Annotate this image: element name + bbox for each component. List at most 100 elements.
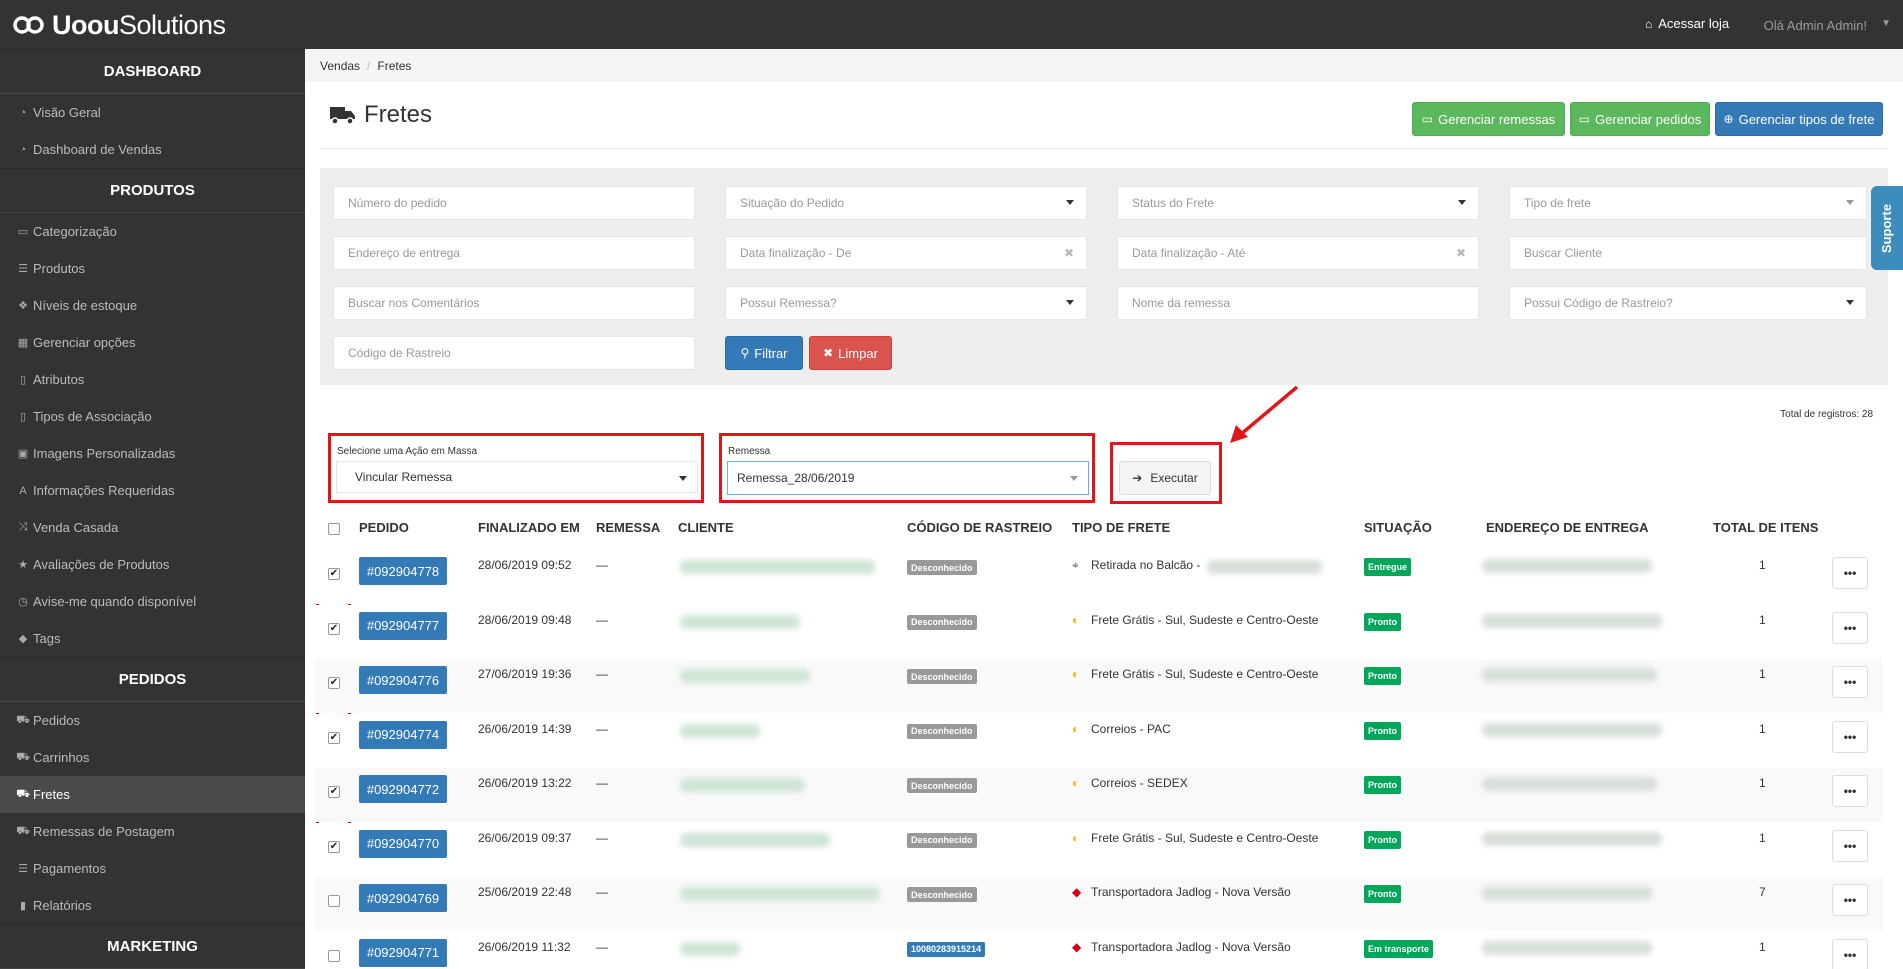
- col-header-tracking[interactable]: CÓDIGO DE RASTREIO: [907, 520, 1052, 535]
- sidebar-item-tags[interactable]: ◆ Tags: [0, 620, 305, 657]
- row-actions-button[interactable]: •••: [1832, 884, 1868, 916]
- row-checkbox[interactable]: ✔: [328, 840, 340, 853]
- brand-logo[interactable]: Uoou Solutions: [12, 10, 226, 40]
- row-actions-button[interactable]: •••: [1832, 720, 1868, 753]
- file-icon: ▯: [19, 374, 27, 386]
- delivery-address-input[interactable]: Endereço de entrega: [333, 236, 695, 270]
- order-link-button[interactable]: #092904770: [359, 829, 447, 858]
- clear-icon[interactable]: ✖: [1456, 246, 1466, 260]
- sidebar-item-venda-casada[interactable]: ⤨ Venda Casada: [0, 509, 305, 546]
- manage-shipments-button[interactable]: ▭ Gerenciar remessas: [1412, 102, 1565, 136]
- order-link-button[interactable]: #092904777: [359, 611, 447, 640]
- search-client-input[interactable]: Buscar Cliente: [1509, 236, 1867, 270]
- sidebar-item-pedidos[interactable]: ⛟ Pedidos: [0, 702, 305, 739]
- col-header-order[interactable]: PEDIDO: [359, 520, 409, 535]
- row-actions-button[interactable]: •••: [1832, 775, 1868, 807]
- sidebar-item-avalia-es-de-produtos[interactable]: ★ Avaliações de Produtos: [0, 546, 305, 583]
- sidebar-item-label: Visão Geral: [33, 105, 101, 120]
- clear-button[interactable]: ✖ Limpar: [809, 336, 892, 370]
- order-link-button[interactable]: #092904769: [359, 884, 447, 912]
- sidebar-item-relat-rios[interactable]: ▮ Relatórios: [0, 887, 305, 924]
- row-checkbox[interactable]: ✔: [328, 786, 340, 798]
- jadlog-icon: ◆: [1072, 885, 1082, 899]
- shipment-select[interactable]: Remessa_28/06/2019: [727, 461, 1089, 495]
- sidebar-item-n-veis-de-estoque[interactable]: ❖ Níveis de estoque: [0, 287, 305, 324]
- row-checkbox[interactable]: ✔: [328, 731, 340, 744]
- clear-icon[interactable]: ✖: [1064, 246, 1074, 260]
- col-header-client[interactable]: CLIENTE: [678, 520, 734, 535]
- delivery-address-redacted: [1482, 668, 1657, 682]
- sidebar-section-pedidos: PEDIDOS: [0, 657, 305, 702]
- store-link[interactable]: ⌂ Acessar loja: [1645, 16, 1729, 31]
- col-header-shipment[interactable]: REMESSA: [596, 520, 660, 535]
- row-checkbox[interactable]: [328, 949, 340, 962]
- sidebar-item-avise-me-quando-dispon-vel[interactable]: ◷ Avise-me quando disponível: [0, 583, 305, 620]
- freight-status-select[interactable]: Status do Frete: [1117, 186, 1479, 220]
- sidebar-item-dashboard-de-vendas[interactable]: ◔ Dashboard de Vendas: [0, 131, 305, 168]
- row-actions-button[interactable]: •••: [1832, 557, 1868, 589]
- row-actions-button[interactable]: •••: [1832, 829, 1868, 862]
- correios-icon: ◐: [1072, 612, 1080, 627]
- sidebar-item-vis-o-geral[interactable]: ◔ Visão Geral: [0, 94, 305, 131]
- date-to-input[interactable]: Data finalização - Até ✖: [1117, 236, 1479, 270]
- order-link-button[interactable]: #092904776: [359, 666, 447, 694]
- sidebar-item-pagamentos[interactable]: ☰ Pagamentos: [0, 850, 305, 887]
- shipment-name-placeholder: Nome da remessa: [1132, 296, 1231, 310]
- order-link-button[interactable]: #092904771: [359, 938, 447, 967]
- mass-action-select[interactable]: Vincular Remessa: [336, 461, 698, 493]
- execute-button[interactable]: ➔ Executar: [1119, 461, 1211, 495]
- manage-freight-types-label: Gerenciar tipos de frete: [1738, 111, 1875, 127]
- col-header-total-items[interactable]: TOTAL DE ITENS: [1713, 520, 1818, 535]
- manage-orders-button[interactable]: ▭ Gerenciar pedidos: [1570, 102, 1710, 136]
- breadcrumb-vendas[interactable]: Vendas: [320, 59, 360, 73]
- has-shipment-select[interactable]: Possui Remessa?: [725, 286, 1087, 320]
- select-all-checkbox[interactable]: [328, 523, 340, 535]
- sidebar-item-imagens-personalizadas[interactable]: ▣ Imagens Personalizadas: [0, 435, 305, 472]
- page-title-text: Fretes: [364, 101, 433, 128]
- sidebar-item-tipos-de-associa-o[interactable]: ▯ Tipos de Associação: [0, 398, 305, 435]
- sidebar-item-atributos[interactable]: ▯ Atributos: [0, 361, 305, 398]
- finalized-date: 26/06/2019 13:22: [478, 776, 572, 790]
- has-tracking-select[interactable]: Possui Código de Rastreio?: [1509, 286, 1867, 320]
- sidebar-item-categoriza-o[interactable]: ▭ Categorização: [0, 213, 305, 250]
- col-header-finalized[interactable]: FINALIZADO EM: [478, 520, 580, 535]
- row-actions-button[interactable]: •••: [1832, 611, 1868, 644]
- freight-type-select[interactable]: Tipo de frete: [1509, 186, 1867, 220]
- col-header-address[interactable]: ENDEREÇO DE ENTREGA: [1486, 520, 1649, 535]
- shipment-name-input[interactable]: Nome da remessa: [1117, 286, 1479, 320]
- client-name-redacted: [680, 941, 740, 956]
- chevron-down-icon[interactable]: ▼: [1881, 18, 1891, 29]
- sidebar-item-remessas-de-postagem[interactable]: ⛟ Remessas de Postagem: [0, 813, 305, 850]
- filter-button[interactable]: ⚲ Filtrar: [725, 336, 803, 370]
- user-menu[interactable]: Olá Admin Admin!: [1764, 18, 1867, 33]
- support-tab[interactable]: Suporte: [1871, 186, 1903, 270]
- sidebar-item-carrinhos[interactable]: ⛟ Carrinhos: [0, 739, 305, 776]
- search-comments-input[interactable]: Buscar nos Comentários: [333, 286, 695, 320]
- row-actions-button[interactable]: •••: [1832, 666, 1868, 698]
- order-link-button[interactable]: #092904772: [359, 775, 447, 803]
- col-header-status[interactable]: SITUAÇÃO: [1364, 520, 1432, 535]
- cart-icon: ⛟: [16, 750, 30, 763]
- tracking-code-input[interactable]: Código de Rastreio: [333, 336, 695, 370]
- manage-freight-types-button[interactable]: ⊕ Gerenciar tipos de frete: [1715, 102, 1883, 136]
- row-actions-button[interactable]: •••: [1832, 938, 1868, 969]
- row-checkbox[interactable]: ✔: [328, 677, 340, 689]
- sidebar-item-label: Informações Requeridas: [33, 483, 175, 498]
- sidebar-item-gerenciar-op-es[interactable]: ▦ Gerenciar opções: [0, 324, 305, 361]
- sidebar-item-informa-es-requeridas[interactable]: A Informações Requeridas: [0, 472, 305, 509]
- order-status-select[interactable]: Situação do Pedido: [725, 186, 1087, 220]
- sidebar-item-label: Tipos de Associação: [33, 409, 152, 424]
- row-checkbox[interactable]: ✔: [328, 622, 340, 635]
- order-link-button[interactable]: #092904774: [359, 720, 447, 749]
- row-checkbox[interactable]: ✔: [328, 568, 340, 580]
- date-from-input[interactable]: Data finalização - De ✖: [725, 236, 1087, 270]
- delivery-address-placeholder: Endereço de entrega: [348, 246, 461, 260]
- order-link-button[interactable]: #092904778: [359, 557, 447, 585]
- col-header-freight-type[interactable]: TIPO DE FRETE: [1072, 520, 1170, 535]
- date-from-placeholder: Data finalização - De: [740, 246, 852, 260]
- sidebar-item-fretes[interactable]: ⛟ Fretes: [0, 776, 305, 813]
- order-number-input[interactable]: Número do pedido: [333, 186, 695, 220]
- row-checkbox[interactable]: [328, 895, 340, 907]
- sidebar-item-produtos[interactable]: ☰ Produtos: [0, 250, 305, 287]
- list-icon: ☰: [18, 263, 28, 275]
